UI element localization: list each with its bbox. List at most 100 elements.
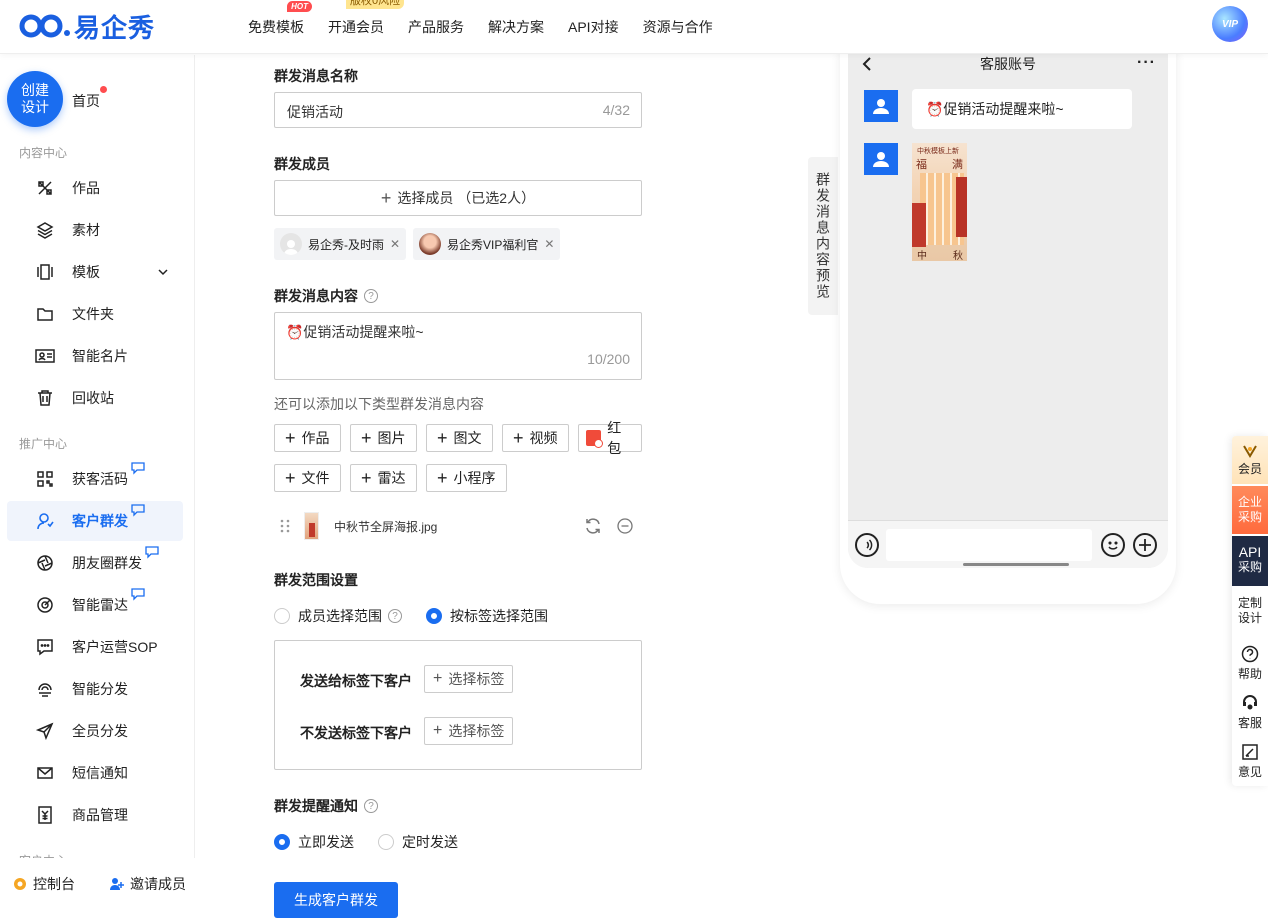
exclude-tag-label: 不发送标签下客户 [300, 725, 412, 741]
add-miniprogram-button[interactable]: + 小程序 [426, 464, 507, 492]
create-design-button[interactable]: 创建设计 [7, 71, 63, 127]
sidebar-item-trash[interactable]: 回收站 [7, 378, 183, 418]
add-video-button[interactable]: + 视频 [502, 424, 569, 452]
avatar [864, 90, 898, 122]
plus-icon: + [361, 468, 372, 488]
message-name-input[interactable]: 促销活动 4/32 [274, 92, 642, 128]
headset-icon [1243, 695, 1257, 710]
member-chip: 易企秀VIP福利官 ✕ [413, 228, 561, 260]
plus-icon: + [513, 428, 524, 448]
float-vip[interactable]: 会员 [1232, 436, 1268, 484]
add-file-button[interactable]: + 文件 [274, 464, 341, 492]
sidebar-item-templates[interactable]: 模板 [7, 252, 183, 292]
id-card-icon [35, 346, 55, 366]
radio-tag-scope[interactable]: 按标签选择范围 [426, 606, 548, 626]
plus-icon: + [437, 428, 448, 448]
sidebar-item-folder[interactable]: 文件夹 [7, 294, 183, 334]
send-tag-label: 发送给标签下客户 [300, 673, 412, 689]
radio-send-now[interactable]: 立即发送 [274, 832, 354, 852]
phone-screen: 客服账号 ··· ⏰促销活动提醒来啦~ 中秋模板上新 福 满 中 秋 [848, 40, 1168, 568]
sidebar-item-distribute[interactable]: 智能分发 [7, 669, 183, 709]
user-avatar[interactable]: VIP [1212, 6, 1248, 42]
sidebar-item-group-send[interactable]: 客户群发 [7, 501, 183, 541]
float-feedback[interactable]: 意见 [1232, 743, 1268, 786]
select-exclude-tag-button[interactable]: + 选择标签 [424, 717, 514, 745]
textarea-value: ⏰促销活动提醒来啦~ [286, 324, 424, 340]
main-nav: 免费模板 HOT 开通会员 版权0风险 产品服务 解决方案 API对接 资源与合… [236, 0, 725, 54]
emoji-icon[interactable] [1101, 533, 1125, 557]
preview-tab[interactable]: 群发消息内容预览 [808, 157, 838, 315]
logo[interactable]: 易企秀 [18, 10, 155, 43]
nav-membership[interactable]: 开通会员 版权0风险 [328, 0, 405, 37]
sidebar-item-radar[interactable]: 智能雷达 [7, 585, 183, 625]
members-label: 群发成员 [274, 154, 330, 174]
nav-free-templates[interactable]: 免费模板 HOT [248, 1, 312, 37]
nav-resources[interactable]: 资源与合作 [643, 17, 713, 37]
help-icon[interactable]: ? [364, 289, 378, 303]
phone-preview: 客服账号 ··· ⏰促销活动提醒来啦~ 中秋模板上新 福 满 中 秋 [840, 40, 1176, 604]
close-icon[interactable]: ✕ [544, 237, 554, 251]
sidebar-footer: 控制台 邀请成员 [0, 858, 195, 910]
float-custom[interactable]: 定制设计 [1232, 596, 1268, 636]
sidebar-item-card[interactable]: 智能名片 [7, 336, 183, 376]
float-label-top: API [1238, 544, 1262, 560]
nav-solutions[interactable]: 解决方案 [488, 17, 544, 37]
template-icon [35, 262, 55, 282]
sidebar-item-moments[interactable]: 朋友圈群发 [7, 543, 183, 583]
attachment-thumbnail [304, 512, 319, 540]
add-red-packet-button[interactable]: 红包 [578, 420, 642, 456]
float-help[interactable]: 帮助 [1232, 645, 1268, 689]
button-label: 选择标签 [448, 723, 505, 739]
add-article-button[interactable]: + 图文 [426, 424, 493, 452]
console-link[interactable]: 控制台 [12, 874, 75, 894]
float-enterprise[interactable]: 企业采购 [1232, 486, 1268, 534]
nav-products[interactable]: 产品服务 [408, 17, 464, 37]
float-label-bottom: 采购 [1237, 560, 1262, 574]
float-service[interactable]: 客服 [1232, 694, 1268, 738]
sidebar-item-sms[interactable]: 短信通知 [7, 753, 183, 793]
chat-text-input[interactable] [886, 529, 1092, 561]
sidebar-item-all-staff[interactable]: 全员分发 [7, 711, 183, 751]
add-radar-button[interactable]: + 雷达 [350, 464, 417, 492]
radio-scheduled-send[interactable]: 定时发送 [378, 832, 458, 852]
sidebar-item-label: 素材 [72, 222, 100, 238]
avatar [280, 233, 302, 255]
nav-label: 开通会员 [328, 19, 384, 35]
sidebar-item-label: 智能分发 [72, 681, 128, 697]
sidebar-item-works[interactable]: 作品 [7, 168, 183, 208]
notification-dot [100, 86, 107, 93]
radio-label: 成员选择范围 [298, 608, 382, 624]
invite-members-link[interactable]: 邀请成员 [109, 874, 186, 894]
refresh-icon[interactable] [584, 517, 602, 538]
sidebar-item-sop[interactable]: 客户运营SOP [7, 627, 183, 667]
add-image-button[interactable]: + 图片 [350, 424, 417, 452]
help-icon[interactable]: ? [364, 799, 378, 813]
drag-handle-icon[interactable] [280, 519, 290, 536]
voice-icon[interactable] [855, 533, 879, 557]
message-content-textarea[interactable]: ⏰促销活动提醒来啦~ 10/200 [274, 312, 642, 380]
add-works-button[interactable]: + 作品 [274, 424, 341, 452]
poster-top-text: 中秋模板上新 [917, 148, 959, 155]
select-send-tag-button[interactable]: + 选择标签 [424, 665, 514, 693]
sidebar-item-goods[interactable]: 商品管理 [7, 795, 183, 835]
generate-group-send-button[interactable]: 生成客户群发 [274, 882, 398, 918]
float-api[interactable]: API 采购 [1232, 536, 1268, 586]
select-members-button[interactable]: + 选择成员 （已选2人） [274, 180, 642, 216]
plus-circle-icon[interactable] [1133, 533, 1157, 557]
poster-left-text: 福 [916, 159, 927, 171]
close-icon[interactable]: ✕ [390, 237, 400, 251]
invite-label: 邀请成员 [130, 876, 186, 892]
help-icon[interactable]: ? [388, 609, 402, 623]
yuan-icon [35, 805, 55, 825]
button-label: 小程序 [453, 470, 496, 486]
radio-member-scope[interactable]: 成员选择范围 ? [274, 606, 402, 626]
chevron-down-icon[interactable] [157, 265, 169, 281]
sidebar-item-qrcode[interactable]: 获客活码 [7, 459, 183, 499]
sidebar-item-materials[interactable]: 素材 [7, 210, 183, 250]
button-label: 选择成员 （已选2人） [397, 190, 536, 206]
send-icon [35, 721, 55, 741]
sidebar-item-home[interactable]: 首页 [72, 91, 100, 111]
remove-circle-icon[interactable] [617, 518, 633, 537]
nav-api[interactable]: API对接 [568, 17, 619, 37]
radio-circle-selected [426, 608, 442, 624]
